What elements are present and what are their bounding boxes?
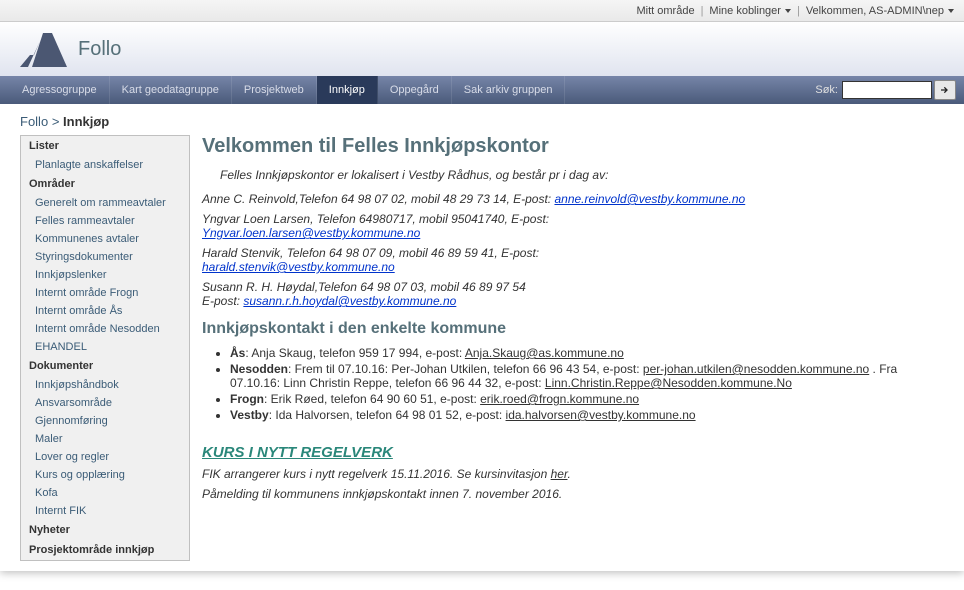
sidebar-item[interactable]: Kofa bbox=[21, 484, 189, 502]
sidebar-heading[interactable]: Prosjektområde innkjøp bbox=[21, 540, 189, 560]
breadcrumb-sep: > bbox=[52, 114, 60, 129]
site-title: Follo bbox=[78, 38, 121, 61]
kurs-heading-link[interactable]: KURS I NYTT REGELVERK bbox=[202, 444, 393, 461]
sidebar-item[interactable]: Internt område Nesodden bbox=[21, 320, 189, 338]
email-link[interactable]: erik.roed@frogn.kommune.no bbox=[480, 392, 639, 406]
sidebar-item[interactable]: Innkjøpslenker bbox=[21, 266, 189, 284]
email-link[interactable]: susann.r.h.hoydal@vestby.kommune.no bbox=[243, 294, 456, 308]
section-heading: Innkjøpskontakt i den enkelte kommune bbox=[202, 320, 944, 338]
sidebar-item[interactable]: Internt område Frogn bbox=[21, 284, 189, 302]
sidebar-item[interactable]: Internt FIK bbox=[21, 502, 189, 520]
intro-text: Felles Innkjøpskontor er lokalisert i Ve… bbox=[220, 168, 944, 182]
email-link[interactable]: anne.reinvold@vestby.kommune.no bbox=[554, 192, 745, 206]
list-item: Frogn: Erik Røed, telefon 64 90 60 51, e… bbox=[230, 392, 944, 406]
sidebar-item[interactable]: Maler bbox=[21, 430, 189, 448]
nav-tab[interactable]: Agressogruppe bbox=[10, 76, 110, 104]
nav-tab[interactable]: Innkjøp bbox=[317, 76, 378, 104]
my-links-dropdown[interactable]: Mine koblinger bbox=[709, 5, 791, 17]
staff-contact: Yngvar Loen Larsen, Telefon 64980717, mo… bbox=[202, 212, 944, 240]
sidebar-nav: ListerPlanlagte anskaffelserOmråderGener… bbox=[20, 135, 190, 561]
email-link[interactable]: Anja.Skaug@as.kommune.no bbox=[465, 346, 624, 360]
page-title: Velkommen til Felles Innkjøpskontor bbox=[202, 135, 944, 158]
sidebar-heading[interactable]: Dokumenter bbox=[21, 356, 189, 376]
sidebar-item[interactable]: EHANDEL bbox=[21, 338, 189, 356]
breadcrumb-root[interactable]: Follo bbox=[20, 114, 48, 129]
contacts-list: Ås: Anja Skaug, telefon 959 17 994, e-po… bbox=[230, 346, 944, 422]
sidebar-heading[interactable]: Lister bbox=[21, 136, 189, 156]
search-go-button[interactable] bbox=[934, 80, 956, 100]
site-header: Follo bbox=[0, 22, 964, 76]
sidebar-item[interactable]: Generelt om rammeavtaler bbox=[21, 194, 189, 212]
search-label: Søk: bbox=[815, 84, 838, 96]
search-box: Søk: bbox=[815, 76, 964, 104]
nav-tab[interactable]: Sak arkiv gruppen bbox=[452, 76, 566, 104]
kurs-invitation-link[interactable]: her bbox=[551, 467, 568, 481]
sidebar-heading[interactable]: Områder bbox=[21, 174, 189, 194]
main-content: Velkommen til Felles Innkjøpskontor Fell… bbox=[202, 135, 944, 561]
sidebar-item[interactable]: Innkjøpshåndbok bbox=[21, 376, 189, 394]
utility-bar: Mitt område | Mine koblinger | Velkommen… bbox=[0, 0, 964, 22]
staff-contact: Susann R. H. Høydal,Telefon 64 98 07 03,… bbox=[202, 280, 944, 308]
arrow-right-icon bbox=[941, 85, 949, 95]
breadcrumb: Follo > Innkjøp bbox=[0, 104, 964, 135]
sidebar-item[interactable]: Ansvarsområde bbox=[21, 394, 189, 412]
sidebar-item[interactable]: Kurs og opplæring bbox=[21, 466, 189, 484]
staff-contact: Harald Stenvik, Telefon 64 98 07 09, mob… bbox=[202, 246, 944, 274]
my-area-link[interactable]: Mitt område bbox=[636, 5, 694, 17]
separator: | bbox=[797, 5, 800, 17]
sidebar-heading[interactable]: Nyheter bbox=[21, 520, 189, 540]
sidebar-item[interactable]: Internt område Ås bbox=[21, 302, 189, 320]
email-link[interactable]: Linn.Christin.Reppe@Nesodden.kommune.No bbox=[545, 376, 792, 390]
breadcrumb-current: Innkjøp bbox=[63, 114, 109, 129]
separator: | bbox=[701, 5, 704, 17]
email-link[interactable]: Yngvar.loen.larsen@vestby.kommune.no bbox=[202, 226, 420, 240]
sidebar-item[interactable]: Gjennomføring bbox=[21, 412, 189, 430]
caret-down-icon bbox=[785, 9, 791, 13]
sidebar-item[interactable]: Felles rammeavtaler bbox=[21, 212, 189, 230]
list-item: Ås: Anja Skaug, telefon 959 17 994, e-po… bbox=[230, 346, 944, 360]
sidebar-item[interactable]: Styringsdokumenter bbox=[21, 248, 189, 266]
nav-tab[interactable]: Kart geodatagruppe bbox=[110, 76, 232, 104]
caret-down-icon bbox=[948, 9, 954, 13]
kurs-deadline: Påmelding til kommunens innkjøpskontakt … bbox=[202, 487, 944, 501]
email-link[interactable]: ida.halvorsen@vestby.kommune.no bbox=[506, 408, 696, 422]
sidebar-item[interactable]: Planlagte anskaffelser bbox=[21, 156, 189, 174]
kurs-text: . bbox=[568, 467, 571, 481]
nav-tab[interactable]: Oppegård bbox=[378, 76, 452, 104]
primary-nav: AgressogruppeKart geodatagruppeProsjektw… bbox=[0, 76, 964, 104]
list-item: Vestby: Ida Halvorsen, telefon 64 98 01 … bbox=[230, 408, 944, 422]
email-link[interactable]: harald.stenvik@vestby.kommune.no bbox=[202, 260, 395, 274]
sidebar-item[interactable]: Kommunenes avtaler bbox=[21, 230, 189, 248]
staff-contact: Anne C. Reinvold,Telefon 64 98 07 02, mo… bbox=[202, 192, 944, 206]
search-input[interactable] bbox=[842, 81, 932, 99]
sidebar-item[interactable]: Lover og regler bbox=[21, 448, 189, 466]
list-item: Nesodden: Frem til 07.10.16: Per-Johan U… bbox=[230, 362, 944, 390]
site-logo-icon bbox=[20, 29, 70, 69]
email-link[interactable]: per-johan.utkilen@nesodden.kommune.no bbox=[643, 362, 869, 376]
nav-tab[interactable]: Prosjektweb bbox=[232, 76, 317, 104]
kurs-text: FIK arrangerer kurs i nytt regelverk 15.… bbox=[202, 467, 551, 481]
welcome-user-dropdown[interactable]: Velkommen, AS-ADMIN\nep bbox=[806, 5, 954, 17]
